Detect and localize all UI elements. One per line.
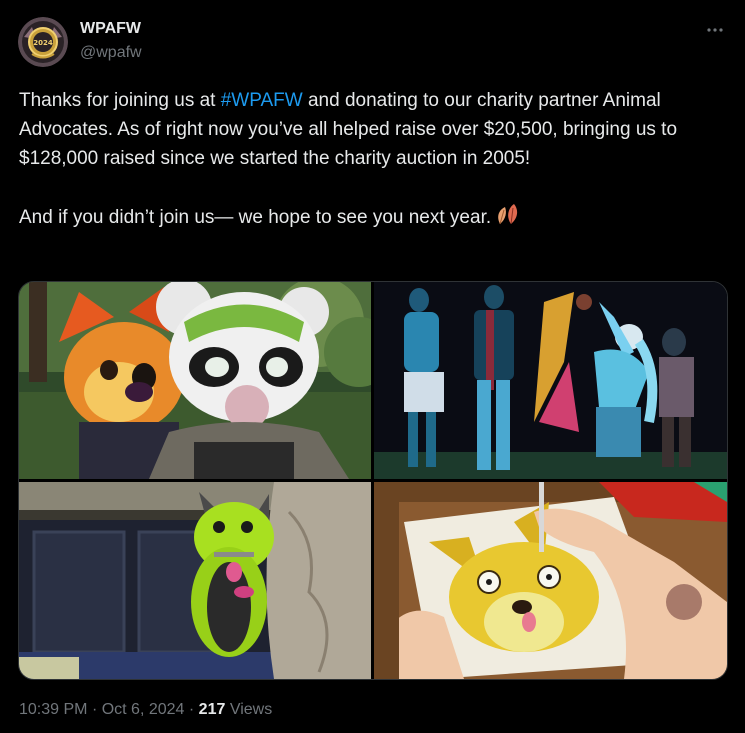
more-options-button[interactable] xyxy=(699,16,731,44)
photo-costumes-outdoors[interactable] xyxy=(19,282,371,479)
hashtag-link[interactable]: #WPAFW xyxy=(221,90,303,111)
tweet-date-link[interactable]: Oct 6, 2024 xyxy=(102,701,185,718)
tweet-paragraph-1: Thanks for joining us at #WPAFW and dona… xyxy=(19,86,731,173)
views-label: Views xyxy=(229,701,273,718)
avatar[interactable]: 2024 xyxy=(18,17,68,67)
photo-dance-party[interactable] xyxy=(374,282,727,479)
wpafw-logo-icon: 2024 xyxy=(18,17,68,67)
photo-artist-drawing[interactable] xyxy=(374,482,727,679)
tweet-paragraph-2: And if you didn’t join us— we hope to se… xyxy=(19,202,731,235)
meta-separator: · xyxy=(91,701,98,718)
author-display-name[interactable]: WPAFW xyxy=(80,20,141,38)
author-handle[interactable]: @wpafw xyxy=(80,44,142,62)
views-count: 217 xyxy=(198,701,226,718)
leaves-emoji-icon xyxy=(495,202,521,235)
more-horizontal-icon xyxy=(707,28,723,32)
tweet-text: Thanks for joining us at #WPAFW and dona… xyxy=(19,86,731,235)
tweet: 2024 WPAFW @wpafw Thanks for joining us … xyxy=(0,0,745,733)
tweet-text-part: Thanks for joining us at xyxy=(19,90,221,111)
tweet-text-part: And if you didn’t join us— we hope to se… xyxy=(19,207,492,228)
avatar-year-text: 2024 xyxy=(33,39,53,47)
photo-green-costume[interactable] xyxy=(19,482,371,679)
tweet-meta: 10:39 PM · Oct 6, 2024 · 217 Views xyxy=(19,701,272,719)
meta-separator: · xyxy=(188,701,195,718)
media-grid xyxy=(18,281,728,680)
tweet-time-link[interactable]: 10:39 PM xyxy=(19,701,87,718)
